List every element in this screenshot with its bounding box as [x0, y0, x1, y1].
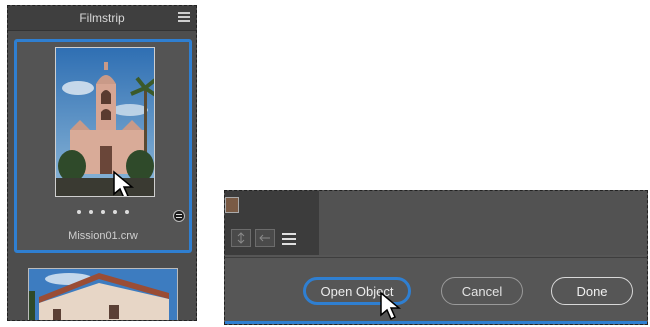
divider	[225, 257, 647, 258]
image-swatch	[225, 197, 239, 213]
filmstrip-header: Filmstrip	[8, 6, 196, 31]
dialog-bottom-accent	[225, 321, 647, 324]
thumbnail-image-next[interactable]	[28, 268, 178, 320]
hamburger-menu-icon[interactable]	[178, 12, 190, 22]
mouse-pointer-icon	[380, 291, 401, 321]
filmstrip-item-selected[interactable]: Mission01.crw	[14, 39, 192, 253]
rating-dot[interactable]	[125, 210, 129, 214]
rating-dots[interactable]	[17, 210, 189, 214]
preview-toolbar	[231, 229, 299, 247]
flip-icon[interactable]	[255, 229, 275, 247]
thumbnail-image[interactable]	[55, 47, 155, 197]
sliders-icon[interactable]	[279, 229, 299, 247]
done-button[interactable]: Done	[551, 277, 633, 305]
raw-dialog-footer: Open Object Cancel Done	[224, 190, 648, 325]
rating-dot[interactable]	[89, 210, 93, 214]
fit-vertical-icon[interactable]	[231, 229, 251, 247]
filename-label: Mission01.crw	[68, 230, 138, 242]
rating-dot[interactable]	[77, 210, 81, 214]
rating-dot[interactable]	[113, 210, 117, 214]
preview-area	[225, 191, 319, 255]
rating-dot[interactable]	[101, 210, 105, 214]
cancel-button[interactable]: Cancel	[441, 277, 523, 305]
adjustments-badge-icon	[173, 210, 185, 222]
filmstrip-panel: Filmstrip Mission01.crw	[7, 5, 197, 321]
filmstrip-title: Filmstrip	[79, 11, 125, 25]
